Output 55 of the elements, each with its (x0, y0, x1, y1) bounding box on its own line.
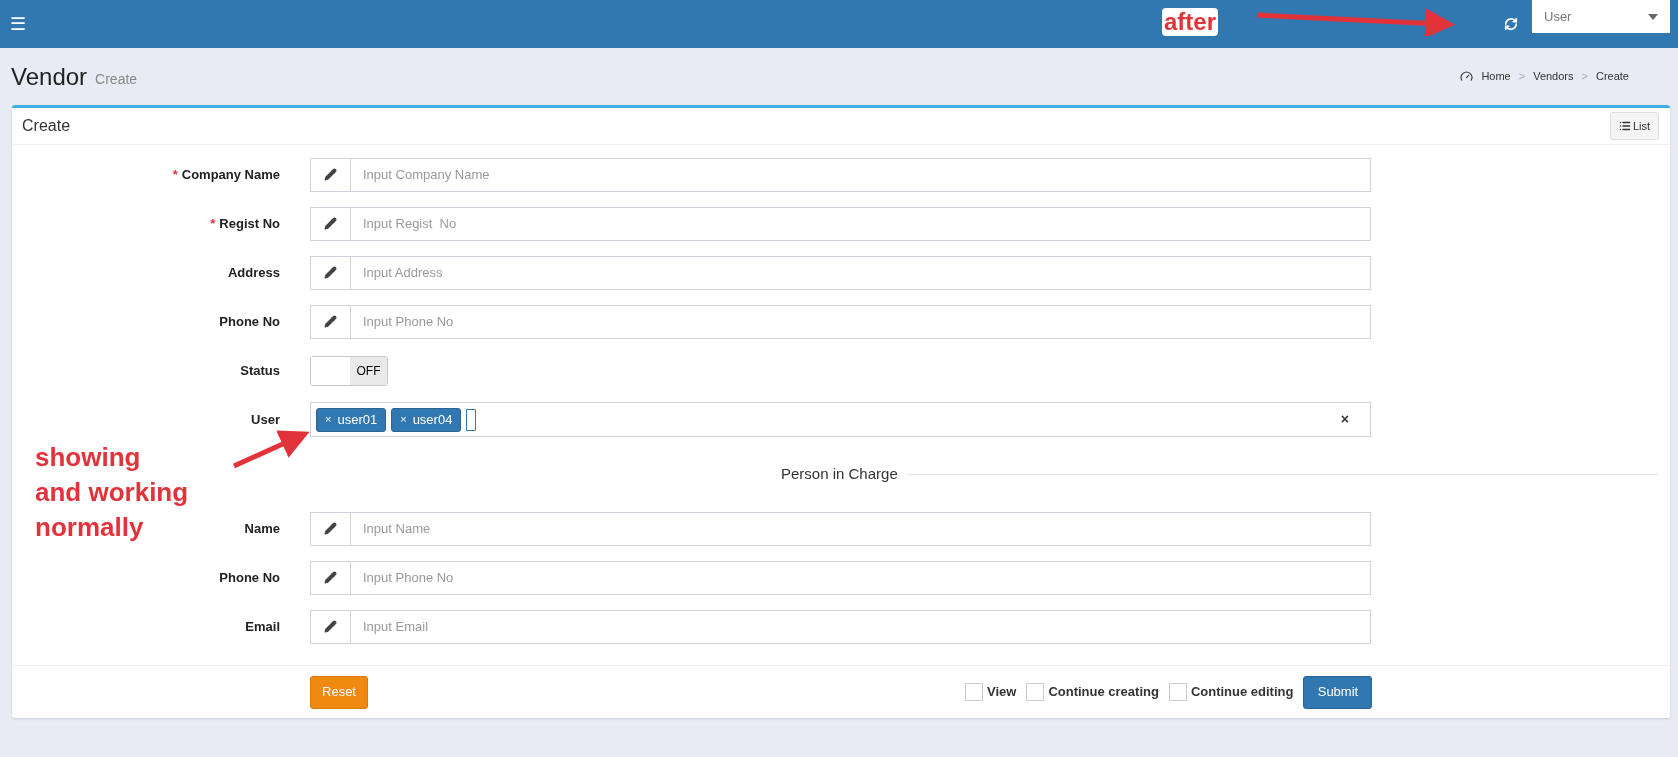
list-button[interactable]: List (1609, 112, 1659, 140)
breadcrumb-separator: > (1581, 69, 1588, 85)
pencil-icon (324, 315, 337, 328)
input-field[interactable]: Input Name (351, 511, 1371, 546)
dashboard-icon (1460, 70, 1474, 83)
input-field[interactable]: Input Address (351, 255, 1371, 290)
user-select[interactable]: User (1532, 0, 1670, 33)
field-label: Status (240, 361, 280, 380)
checkbox[interactable] (1168, 683, 1187, 701)
input-field[interactable]: Input Phone No (351, 304, 1371, 339)
menu-button[interactable]: ☰ (0, 10, 36, 38)
checkbox[interactable] (965, 683, 983, 701)
checkbox[interactable] (1026, 683, 1045, 701)
breadcrumb-link[interactable]: Home (1481, 68, 1511, 85)
field-label: Name (244, 519, 280, 538)
pencil-icon (324, 266, 337, 279)
pencil-icon (324, 168, 337, 181)
checkbox-label[interactable]: Continue editing (1190, 682, 1294, 702)
submit-button[interactable]: Submit (1303, 675, 1373, 709)
pencil-icon (324, 522, 337, 535)
breadcrumb-link[interactable]: Create (1595, 68, 1629, 85)
card-title: Create (22, 116, 72, 136)
field-label: Address (227, 263, 280, 282)
checkbox-label[interactable]: Continue creating (1048, 682, 1159, 702)
annotation-text: after (1162, 8, 1219, 36)
refresh-icon[interactable] (1504, 17, 1518, 31)
status-switch[interactable]: OFF (310, 355, 388, 386)
required-mark: * (172, 165, 178, 184)
input-field[interactable]: Input Company Name (351, 157, 1371, 192)
input-field[interactable]: Input Email (351, 609, 1371, 644)
field-label: User (251, 410, 280, 429)
checkbox-label[interactable]: View (987, 682, 1017, 702)
tag-select-field[interactable]: × user01 × user04 × (310, 402, 1371, 437)
clear-button[interactable]: × (1340, 409, 1365, 430)
caret-icon (1648, 13, 1658, 20)
annotation-text: showing and working normally (35, 441, 189, 544)
breadcrumb-separator: > (1518, 69, 1526, 85)
input-field[interactable]: Input Regist No (351, 206, 1371, 241)
required-mark: * (210, 214, 216, 233)
pencil-icon (324, 571, 337, 584)
list-icon (1618, 120, 1631, 132)
user-tag[interactable]: × user01 (316, 407, 387, 432)
page-subtitle: Create (95, 69, 138, 89)
field-label: Email (245, 617, 280, 636)
field-label: Company Name (181, 165, 280, 184)
breadcrumb-link[interactable]: Vendors (1533, 68, 1574, 85)
pencil-icon (324, 217, 337, 230)
pencil-icon (324, 620, 337, 633)
input-field[interactable]: Input Phone No (351, 560, 1371, 595)
field-label: Regist No (219, 214, 280, 233)
user-tag[interactable]: × user04 (391, 407, 462, 432)
page-title: Vendor (11, 61, 88, 92)
field-label: Phone No (219, 312, 280, 331)
field-label: Phone No (219, 568, 280, 587)
section-title: Person in Charge (780, 463, 899, 484)
